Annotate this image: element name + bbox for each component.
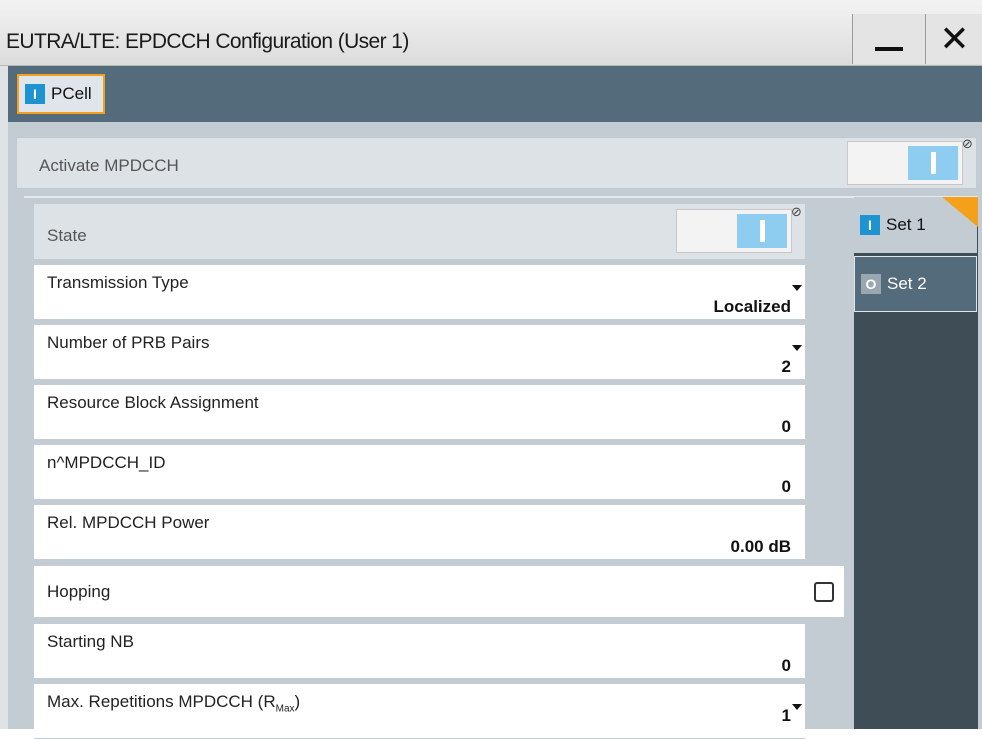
activate-mpdcch-row: Activate MPDCCH ⊘ — [16, 136, 977, 189]
tab-indicator-icon: I — [25, 84, 45, 104]
dropdown-caret-icon — [792, 345, 802, 351]
transmission-type-field[interactable]: Transmission Type Localized — [34, 265, 805, 320]
window-title: EUTRA/LTE: EPDCCH Configuration (User 1) — [6, 30, 409, 53]
tab-set-1-label: Set 1 — [886, 215, 926, 234]
tab-set-2[interactable]: O Set 2 — [854, 256, 977, 312]
prb-pairs-value: 2 — [781, 357, 791, 376]
rb-assignment-label: Resource Block Assignment — [47, 393, 259, 412]
power-value: 0.00 dB — [730, 537, 791, 556]
transmission-type-label: Transmission Type — [47, 273, 189, 292]
rb-assignment-value: 0 — [781, 417, 791, 436]
state-row: State ⊘ — [34, 204, 805, 260]
power-field[interactable]: Rel. MPDCCH Power 0.00 dB — [34, 505, 805, 560]
toggle-knob — [908, 146, 958, 180]
close-icon: ✕ — [939, 18, 970, 59]
tab-set-2-label: Set 2 — [887, 274, 927, 293]
hopping-checkbox[interactable] — [814, 582, 834, 602]
mpdcch-id-field[interactable]: n^MPDCCH_ID 0 — [34, 445, 805, 500]
state-toggle[interactable] — [676, 209, 792, 253]
cell-tab-bar: I PCell — [8, 66, 982, 122]
active-corner-marker — [942, 197, 978, 227]
divider — [24, 196, 978, 198]
starting-nb-label: Starting NB — [47, 632, 134, 651]
no-entry-icon: ⊘ — [962, 136, 973, 151]
max-repetitions-value: 1 — [781, 706, 791, 725]
starting-nb-value: 0 — [781, 656, 791, 675]
activate-mpdcch-label: Activate MPDCCH — [39, 156, 179, 175]
prb-pairs-label: Number of PRB Pairs — [47, 333, 210, 352]
left-border — [0, 0, 8, 729]
title-bar: EUTRA/LTE: EPDCCH Configuration (User 1)… — [0, 0, 982, 66]
mpdcch-id-label: n^MPDCCH_ID — [47, 453, 166, 472]
tab-pcell-label: PCell — [51, 84, 92, 103]
rb-assignment-field[interactable]: Resource Block Assignment 0 — [34, 385, 805, 440]
set-2-indicator-icon: O — [861, 274, 881, 294]
dropdown-caret-icon — [792, 704, 802, 710]
max-repetitions-field[interactable]: Max. Repetitions MPDCCH (RMax) 1 — [34, 684, 805, 739]
transmission-type-value: Localized — [713, 297, 791, 316]
state-label: State — [47, 226, 87, 245]
tab-pcell[interactable]: I PCell — [17, 74, 105, 114]
toggle-knob — [737, 214, 787, 248]
dropdown-caret-icon — [792, 285, 802, 291]
starting-nb-field[interactable]: Starting NB 0 — [34, 624, 805, 679]
mpdcch-id-value: 0 — [781, 477, 791, 496]
max-repetitions-label: Max. Repetitions MPDCCH (RMax) — [47, 692, 301, 715]
hopping-label: Hopping — [47, 582, 111, 601]
activate-mpdcch-toggle[interactable] — [847, 141, 963, 185]
power-label: Rel. MPDCCH Power — [47, 513, 210, 532]
minimize-icon — [875, 47, 903, 51]
hopping-row: Hopping — [34, 566, 844, 618]
minimize-button[interactable] — [852, 14, 925, 64]
no-entry-icon: ⊘ — [791, 204, 802, 219]
prb-pairs-field[interactable]: Number of PRB Pairs 2 — [34, 325, 805, 380]
close-button[interactable]: ✕ — [925, 14, 982, 64]
set-1-indicator-icon: I — [860, 215, 880, 235]
